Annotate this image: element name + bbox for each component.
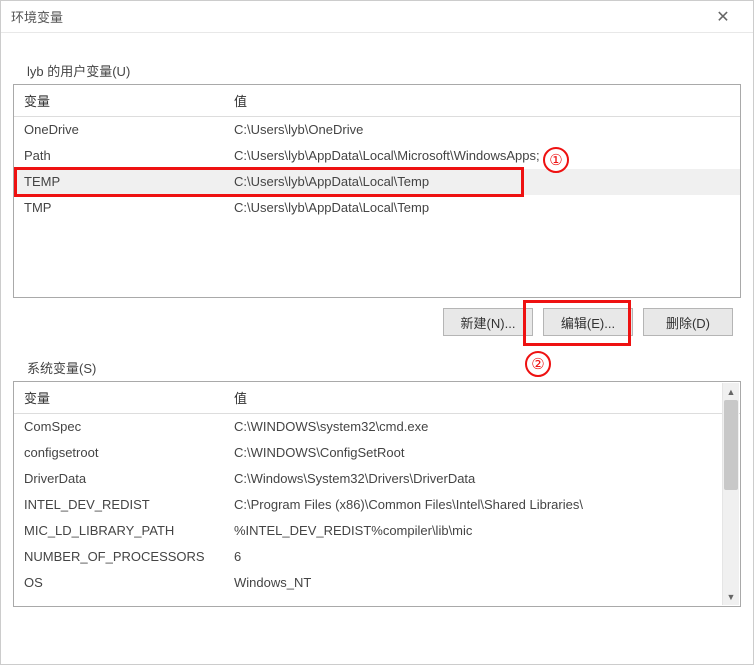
system-variables-group: 系统变量(S) 变量 值 ComSpec C:\W bbox=[13, 358, 741, 607]
environment-variables-window: 环境变量 ✕ lyb 的用户变量(U) 变量 值 bbox=[0, 0, 754, 665]
table-row[interactable]: configsetroot C:\WINDOWS\ConfigSetRoot bbox=[14, 440, 740, 466]
system-variables-table[interactable]: 变量 值 ComSpec C:\WINDOWS\system32\cmd.exe… bbox=[14, 382, 740, 606]
user-variables-table[interactable]: 变量 值 OneDrive C:\Users\lyb\OneDrive Path bbox=[14, 85, 740, 297]
titlebar: 环境变量 ✕ bbox=[1, 1, 753, 33]
table-row[interactable]: NUMBER_OF_PROCESSORS 6 bbox=[14, 544, 740, 570]
table-row[interactable]: OS Windows_NT bbox=[14, 570, 740, 596]
table-row[interactable]: Path C:\Users\lyb\AppData\Local\Microsof… bbox=[14, 143, 740, 169]
system-variables-label: 系统变量(S) bbox=[27, 358, 741, 377]
annotation-1: ① bbox=[543, 147, 569, 173]
col-value[interactable]: 值 bbox=[224, 382, 740, 414]
table-row[interactable]: TMP C:\Users\lyb\AppData\Local\Temp bbox=[14, 195, 740, 221]
table-row[interactable]: INTEL_DEV_REDIST C:\Program Files (x86)\… bbox=[14, 492, 740, 518]
user-variables-label: lyb 的用户变量(U) bbox=[27, 61, 741, 80]
user-variables-group: lyb 的用户变量(U) 变量 值 OneDrive bbox=[13, 61, 741, 336]
window-title: 环境变量 bbox=[11, 7, 703, 26]
delete-button[interactable]: 删除(D) bbox=[643, 308, 733, 336]
table-row-selected[interactable]: TEMP C:\Users\lyb\AppData\Local\Temp bbox=[14, 169, 740, 195]
table-row[interactable]: ComSpec C:\WINDOWS\system32\cmd.exe bbox=[14, 414, 740, 440]
col-variable[interactable]: 变量 bbox=[14, 85, 224, 117]
table-row[interactable]: MIC_LD_LIBRARY_PATH %INTEL_DEV_REDIST%co… bbox=[14, 518, 740, 544]
user-buttons-row: 新建(N)... 编辑(E)... 删除(D) bbox=[13, 308, 733, 336]
edit-button[interactable]: 编辑(E)... bbox=[543, 308, 633, 336]
col-value[interactable]: 值 bbox=[224, 85, 740, 117]
scrollbar[interactable]: ▲ ▼ bbox=[722, 383, 739, 605]
new-button[interactable]: 新建(N)... bbox=[443, 308, 533, 336]
scroll-down-icon[interactable]: ▼ bbox=[723, 588, 739, 605]
scroll-up-icon[interactable]: ▲ bbox=[723, 383, 739, 400]
scroll-track[interactable] bbox=[723, 400, 739, 588]
scroll-thumb[interactable] bbox=[724, 400, 738, 490]
table-row[interactable]: DriverData C:\Windows\System32\Drivers\D… bbox=[14, 466, 740, 492]
close-icon[interactable]: ✕ bbox=[703, 7, 743, 27]
col-variable[interactable]: 变量 bbox=[14, 382, 224, 414]
table-row[interactable]: OneDrive C:\Users\lyb\OneDrive bbox=[14, 117, 740, 143]
